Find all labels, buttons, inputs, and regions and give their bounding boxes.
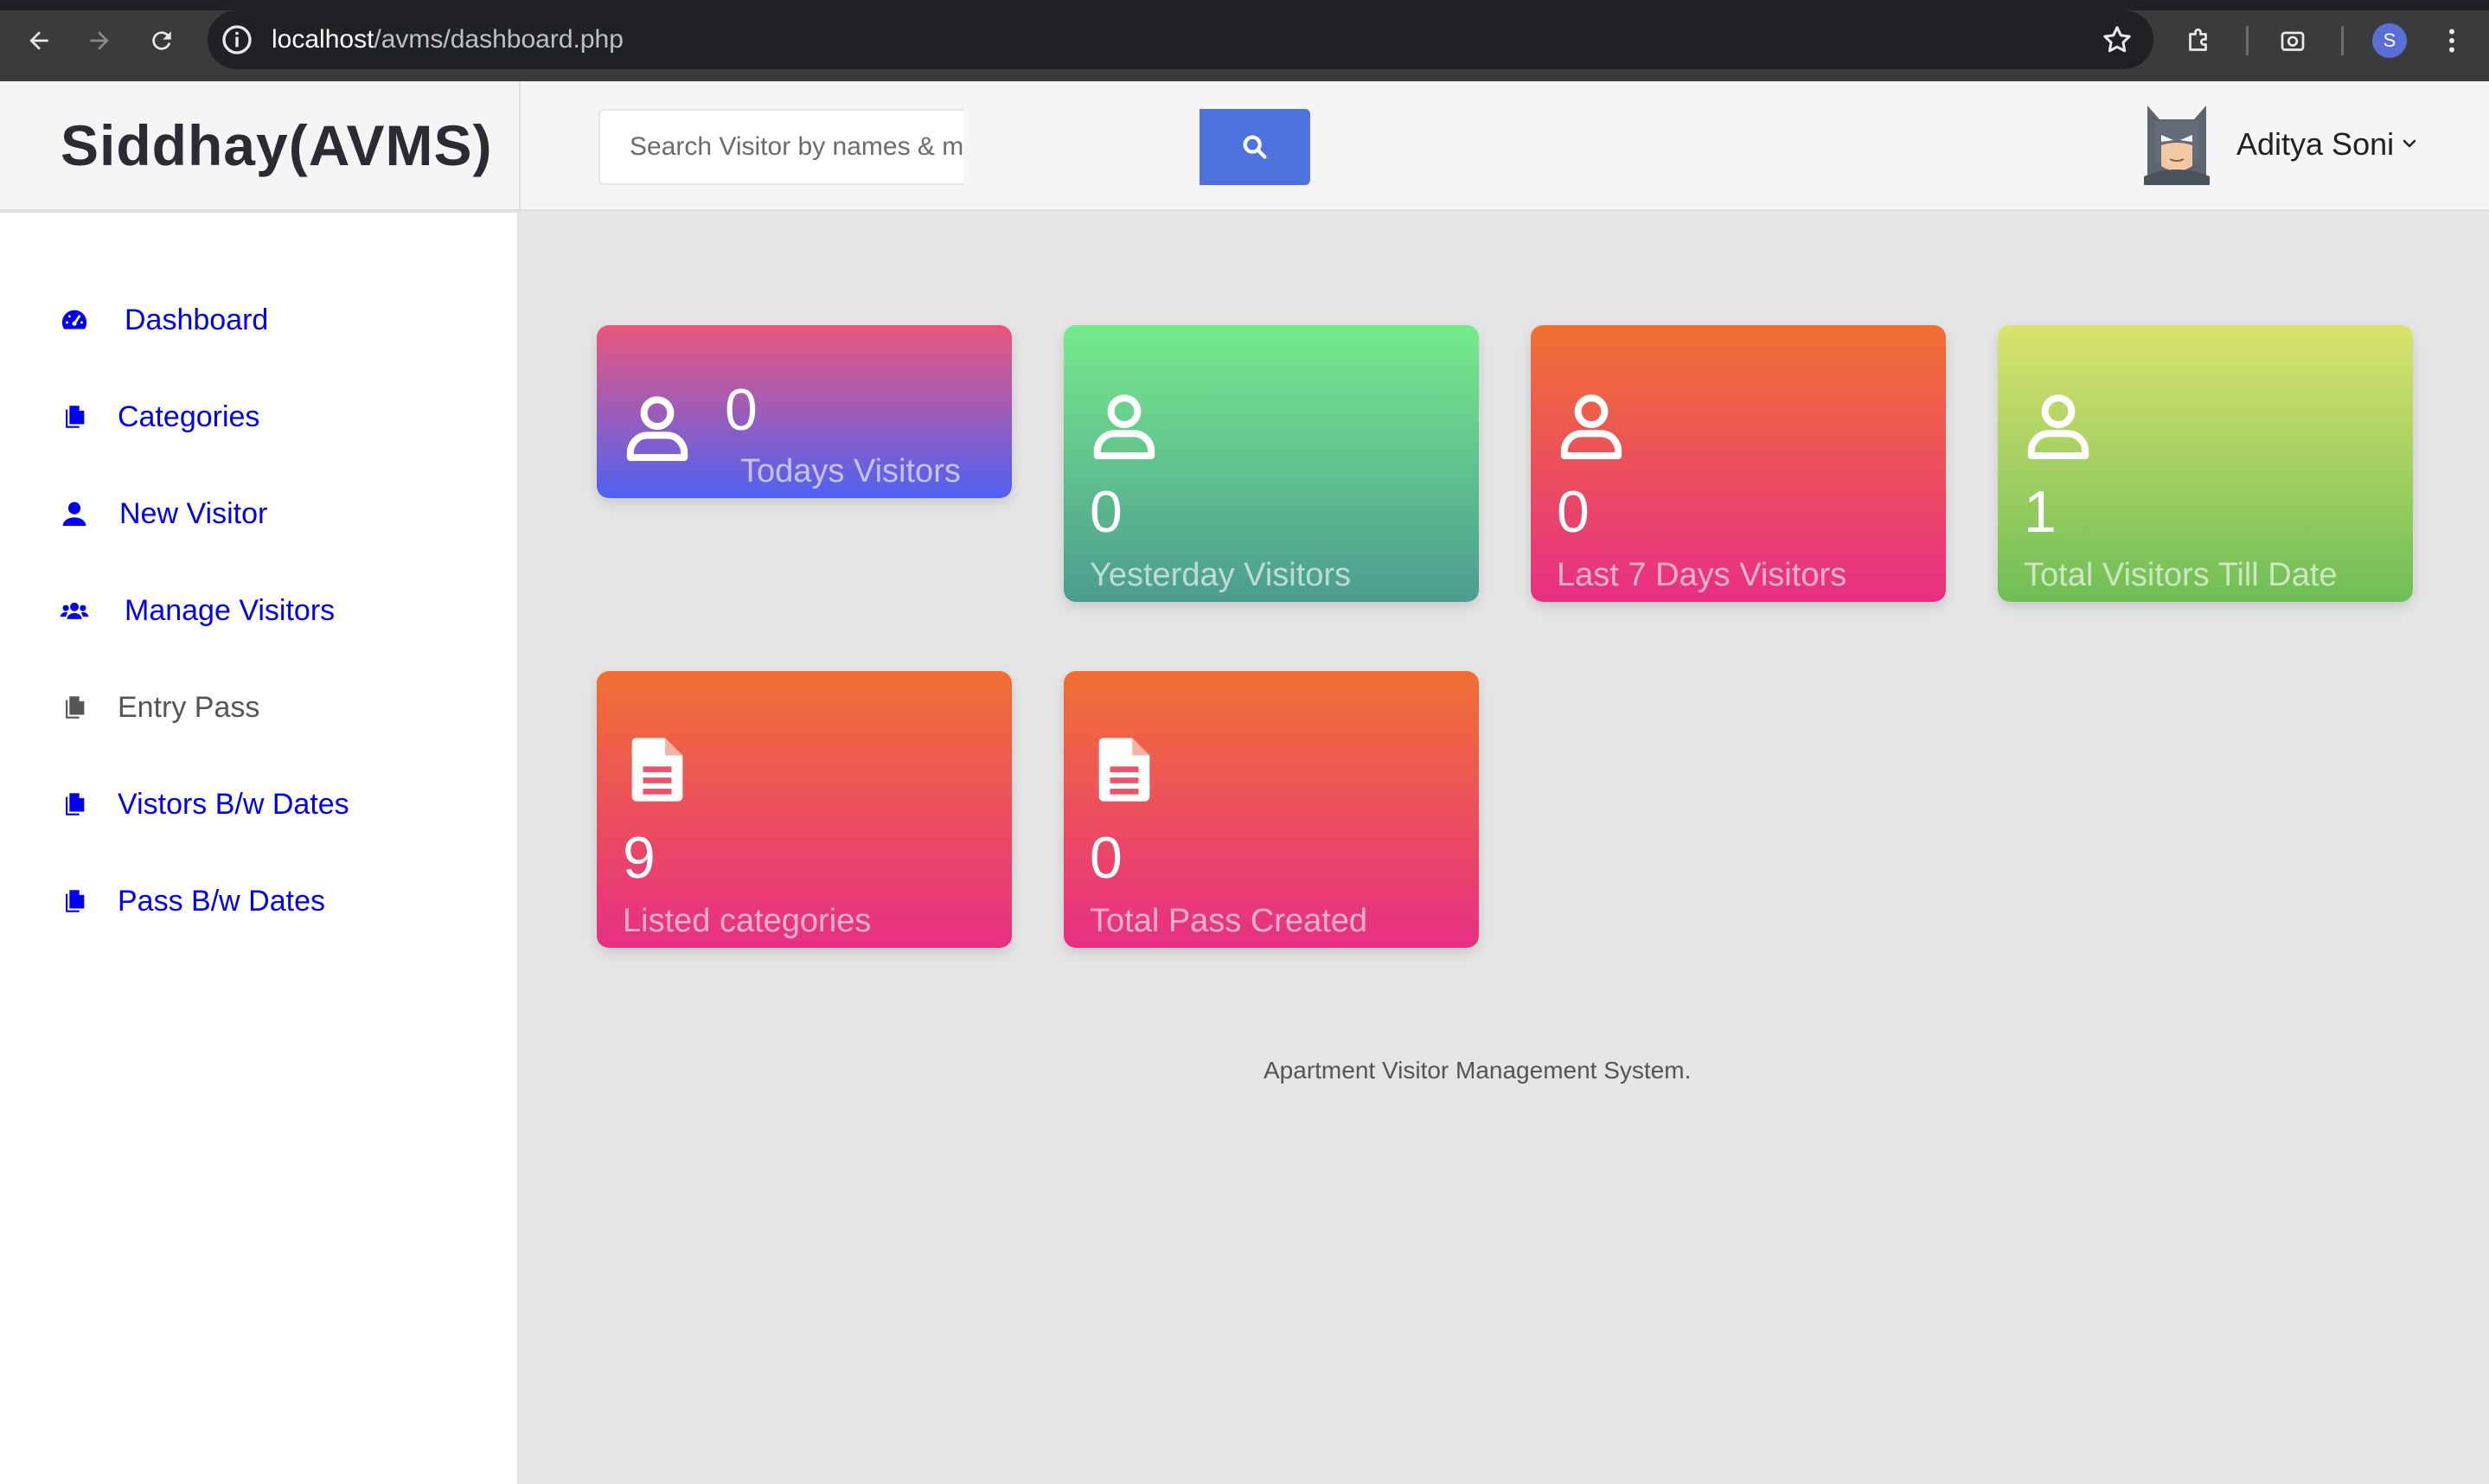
sidebar-item-label: Categories — [118, 400, 260, 433]
stat-card-last-7-days-visitors[interactable]: 0 Last 7 Days Visitors — [1531, 325, 1946, 602]
profile-avatar[interactable]: S — [2372, 23, 2407, 58]
site-info-icon[interactable] — [220, 22, 254, 57]
stat-label: Listed categories — [623, 903, 872, 939]
document-icon — [631, 738, 683, 802]
stat-card-listed-categories[interactable]: 9 Listed categories — [597, 671, 1012, 948]
arrow-left-icon — [29, 31, 48, 50]
sidebar-item-categories[interactable]: Categories — [57, 391, 259, 443]
stat-card-yesterday-visitors[interactable]: 0 Yesterday Visitors — [1064, 325, 1479, 602]
stat-label: Total Pass Created — [1090, 903, 1368, 939]
sidebar-item-visitors-between-dates[interactable]: Vistors B/w Dates — [57, 778, 349, 830]
back-button[interactable] — [17, 19, 61, 62]
stat-label: Last 7 Days Visitors — [1557, 557, 1847, 593]
forward-button[interactable] — [78, 19, 121, 62]
user-outline-icon — [626, 396, 688, 462]
toolbar-separator — [2246, 26, 2249, 55]
files-icon — [57, 400, 92, 434]
footer-text: Apartment Visitor Management System. — [1264, 1057, 1692, 1084]
sidebar-item-entry-pass[interactable]: Entry Pass — [57, 681, 259, 733]
sidebar-item-label: Vistors B/w Dates — [118, 787, 349, 821]
files-icon — [57, 787, 92, 822]
sidebar-item-dashboard[interactable]: Dashboard — [57, 294, 268, 346]
user-outline-icon — [2027, 394, 2089, 460]
toolbar-separator — [2341, 26, 2344, 55]
stat-label: Todays Visitors — [740, 453, 961, 489]
camera-icon — [2281, 31, 2305, 51]
user-icon — [57, 496, 92, 531]
stat-value: 1 — [2024, 479, 2057, 545]
kebab-menu-icon — [2449, 29, 2454, 53]
reload-button[interactable] — [140, 19, 183, 62]
sidebar-item-new-visitor[interactable]: New Visitor — [57, 488, 267, 540]
sidebar-item-label: Manage Visitors — [125, 593, 336, 627]
sidebar-item-manage-visitors[interactable]: Manage Visitors — [57, 585, 335, 636]
tachometer-icon — [57, 303, 92, 337]
stat-card-total-visitors[interactable]: 1 Total Visitors Till Date — [1998, 325, 2413, 602]
browser-chrome: localhost/avms/dashboard.php S — [0, 0, 2489, 81]
document-icon — [1098, 738, 1150, 802]
users-icon — [57, 593, 92, 628]
sidebar-item-label: Entry Pass — [118, 690, 260, 724]
reload-icon — [152, 31, 171, 50]
search-icon — [1243, 135, 1267, 159]
chevron-down-icon[interactable] — [2399, 133, 2420, 154]
user-name[interactable]: Aditya Soni — [2236, 126, 2394, 163]
files-icon — [57, 690, 92, 725]
stat-label: Yesterday Visitors — [1090, 557, 1352, 593]
stat-value: 0 — [1090, 825, 1123, 891]
sidebar: Dashboard Categories New Visitor Manage … — [0, 213, 519, 1484]
user-outline-icon — [1560, 394, 1622, 460]
stat-value: 9 — [623, 825, 656, 891]
files-icon — [57, 884, 92, 918]
stat-card-total-pass-created[interactable]: 0 Total Pass Created — [1064, 671, 1479, 948]
stat-label: Total Visitors Till Date — [2024, 557, 2338, 593]
search-button[interactable] — [1200, 109, 1310, 185]
sidebar-item-label: Pass B/w Dates — [118, 884, 325, 918]
sidebar-item-label: New Visitor — [119, 496, 268, 530]
address-bar[interactable]: localhost/avms/dashboard.php — [208, 10, 2153, 69]
user-outline-icon — [1093, 394, 1155, 460]
url-text: localhost/avms/dashboard.php — [272, 25, 624, 54]
bookmark-star-icon[interactable] — [2100, 22, 2134, 57]
avatar[interactable] — [2142, 102, 2211, 185]
top-navbar: Aditya Soni — [519, 81, 2489, 211]
stat-value: 0 — [725, 377, 758, 443]
stat-card-todays-visitors[interactable]: 0 Todays Visitors — [597, 325, 1012, 498]
extensions-button[interactable] — [2178, 19, 2221, 62]
puzzle-icon — [2189, 28, 2207, 51]
screenshot-button[interactable] — [2271, 19, 2314, 62]
brand-title: Siddhay(AVMS) — [61, 113, 493, 177]
tab-strip — [0, 0, 2489, 10]
search-input[interactable] — [598, 109, 963, 185]
arrow-right-icon — [90, 31, 109, 50]
stat-value: 0 — [1090, 479, 1123, 545]
brand[interactable]: Siddhay(AVMS) — [0, 81, 519, 211]
sidebar-item-label: Dashboard — [125, 303, 269, 336]
browser-menu-button[interactable] — [2430, 19, 2473, 62]
stat-value: 0 — [1557, 479, 1590, 545]
sidebar-item-pass-between-dates[interactable]: Pass B/w Dates — [57, 875, 325, 927]
